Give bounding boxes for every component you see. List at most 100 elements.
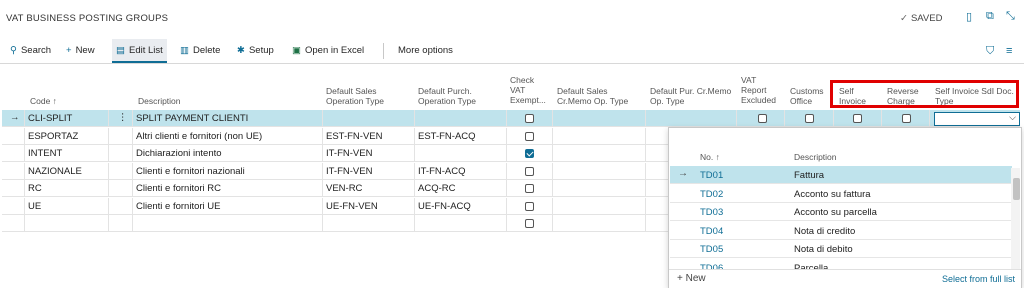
column-divider [108,162,109,180]
column-divider [506,110,507,127]
header-default-purch-op[interactable]: Default Purch. Operation Type [418,86,476,106]
vat-report-excluded-checkbox[interactable] [758,114,767,123]
header-description[interactable]: Description [138,96,181,106]
column-divider [322,162,323,180]
delete-button[interactable]: ▥ Delete [180,45,220,56]
cell-code[interactable]: UE [28,201,41,212]
column-divider [506,197,507,215]
cell-code[interactable]: ESPORTAZ [28,131,78,142]
cell-default-purch-op[interactable]: IT-FN-ACQ [418,166,466,177]
header-default-pur-cm-op[interactable]: Default Pur. Cr.Memo Op. Type [650,86,731,106]
cell-default-purch-op[interactable]: UE-FN-ACQ [418,201,471,212]
column-divider [24,127,25,145]
check-vat-exempt-checkbox[interactable] [525,166,534,176]
cell-description[interactable]: Clienti e fornitori UE [136,201,220,212]
check-icon: ✓ [900,13,908,24]
bookmark-icon[interactable]: ▯ [966,10,972,23]
cell-code[interactable]: NAZIONALE [28,166,82,177]
header-customs-office[interactable]: Customs Office [790,86,824,106]
list-view-icon[interactable]: ≡ [1006,45,1012,57]
column-divider [414,145,415,162]
dropdown-item-description: Nota di debito [794,244,853,255]
check-vat-exempt-checkbox[interactable] [525,184,534,193]
search-button[interactable]: ⚲ Search [10,45,51,56]
open-in-excel-button[interactable]: ▣ Open in Excel [292,45,364,56]
header-default-sales-cm-op[interactable]: Default Sales Cr.Memo Op. Type [557,86,628,106]
header-vat-report-excluded[interactable]: VAT Report Excluded [741,75,776,105]
dropdown-item-no[interactable]: TD04 [700,226,723,237]
setup-button[interactable]: ✱ Setup [237,45,274,56]
row-actions-icon[interactable]: ⋮ [118,112,128,123]
select-from-full-list-link[interactable]: Select from full list [942,274,1015,284]
cell-description[interactable]: Clienti e fornitori nazionali [136,166,245,177]
dropdown-item-description: Acconto su parcella [794,207,877,218]
dropdown-item-no[interactable]: TD02 [700,189,723,200]
column-divider [108,110,109,127]
check-vat-exempt-checkbox[interactable] [525,131,534,141]
check-vat-exempt-checkbox[interactable] [525,219,534,228]
column-divider [108,145,109,162]
dropdown-item-no[interactable]: TD01 [700,170,723,181]
dropdown-item[interactable]: TD03 Acconto su parcella [670,203,1012,221]
dropdown-item-description: Fattura [794,170,825,181]
column-divider [414,162,415,180]
column-divider [506,162,507,180]
column-divider [24,162,25,180]
cell-code[interactable]: CLI-SPLIT [28,113,72,124]
filter-icon[interactable]: ⛉ [986,45,994,58]
header-default-sales-op[interactable]: Default Sales Operation Type [326,86,384,106]
cell-code[interactable]: RC [28,183,42,194]
dropdown-item[interactable]: TD02 Acconto su fattura [670,185,1012,203]
column-divider [132,127,133,145]
self-invoice-sdi-doc-type-input[interactable]: ⌵ [934,112,1020,126]
open-new-window-icon[interactable]: ⧉ [986,10,994,23]
cell-code[interactable]: INTENT [28,148,62,159]
self-invoice-checkbox[interactable] [853,114,862,123]
check-vat-exempt-checkbox[interactable] [525,114,534,123]
dropdown-header-description[interactable]: Description [794,152,837,162]
column-divider [108,180,109,197]
dropdown-item-no[interactable]: TD05 [700,244,723,255]
cell-default-sales-op[interactable]: UE-FN-VEN [326,201,378,212]
new-button[interactable]: + New [66,45,95,56]
reverse-charge-checkbox[interactable] [902,114,911,123]
collapse-icon[interactable]: ⤡ [1006,10,1015,23]
excel-icon: ▣ [292,45,301,56]
cell-description[interactable]: SPLIT PAYMENT CLIENTI [136,113,248,124]
more-options-button[interactable]: More options [398,45,453,56]
column-divider [736,110,737,127]
trash-icon: ▥ [180,45,189,56]
cell-default-sales-op[interactable]: EST-FN-VEN [326,131,382,142]
cell-default-sales-op[interactable]: VEN-RC [326,183,362,194]
cell-default-purch-op[interactable]: EST-FN-ACQ [418,131,476,142]
header-code[interactable]: Code ↑ [30,96,57,106]
dropdown-item[interactable]: TD05 Nota di debito [670,240,1012,258]
column-divider [645,127,646,145]
table-row[interactable]: → ⋮ CLI-SPLIT SPLIT PAYMENT CLIENTI [2,110,1020,127]
cell-default-sales-op[interactable]: IT-FN-VEN [326,148,372,159]
cell-default-sales-op[interactable]: IT-FN-VEN [326,166,372,177]
column-divider [414,110,415,127]
dropdown-scroll-thumb[interactable] [1013,178,1020,200]
chevron-down-icon[interactable]: ⌵ [1009,112,1016,123]
column-divider [24,215,25,232]
customs-office-checkbox[interactable] [805,114,814,123]
check-vat-exempt-checkbox[interactable] [525,201,534,211]
edit-list-button[interactable]: ▤ Edit List [116,45,163,56]
dropdown-item[interactable]: TD04 Nota di credito [670,222,1012,240]
cell-description[interactable]: Clienti e fornitori RC [136,183,221,194]
column-divider [24,110,25,127]
column-divider [132,180,133,197]
column-divider [645,110,646,127]
dropdown-item[interactable]: → TD01 Fattura [670,166,1012,184]
header-check-vat-exempt[interactable]: Check VAT Exempt... [510,75,546,105]
cell-description[interactable]: Altri clienti e fornitori (non UE) [136,131,262,142]
dropdown-item-no[interactable]: TD03 [700,207,723,218]
dropdown-item-description: Nota di credito [794,225,856,237]
check-vat-exempt-checkbox[interactable] [525,149,534,158]
dropdown-new-button[interactable]: + New [677,273,706,284]
cell-description[interactable]: Dichiarazioni intento [136,148,222,159]
column-divider [645,215,646,232]
cell-default-purch-op[interactable]: ACQ-RC [418,183,455,194]
dropdown-header-no[interactable]: No. ↑ [700,152,720,162]
